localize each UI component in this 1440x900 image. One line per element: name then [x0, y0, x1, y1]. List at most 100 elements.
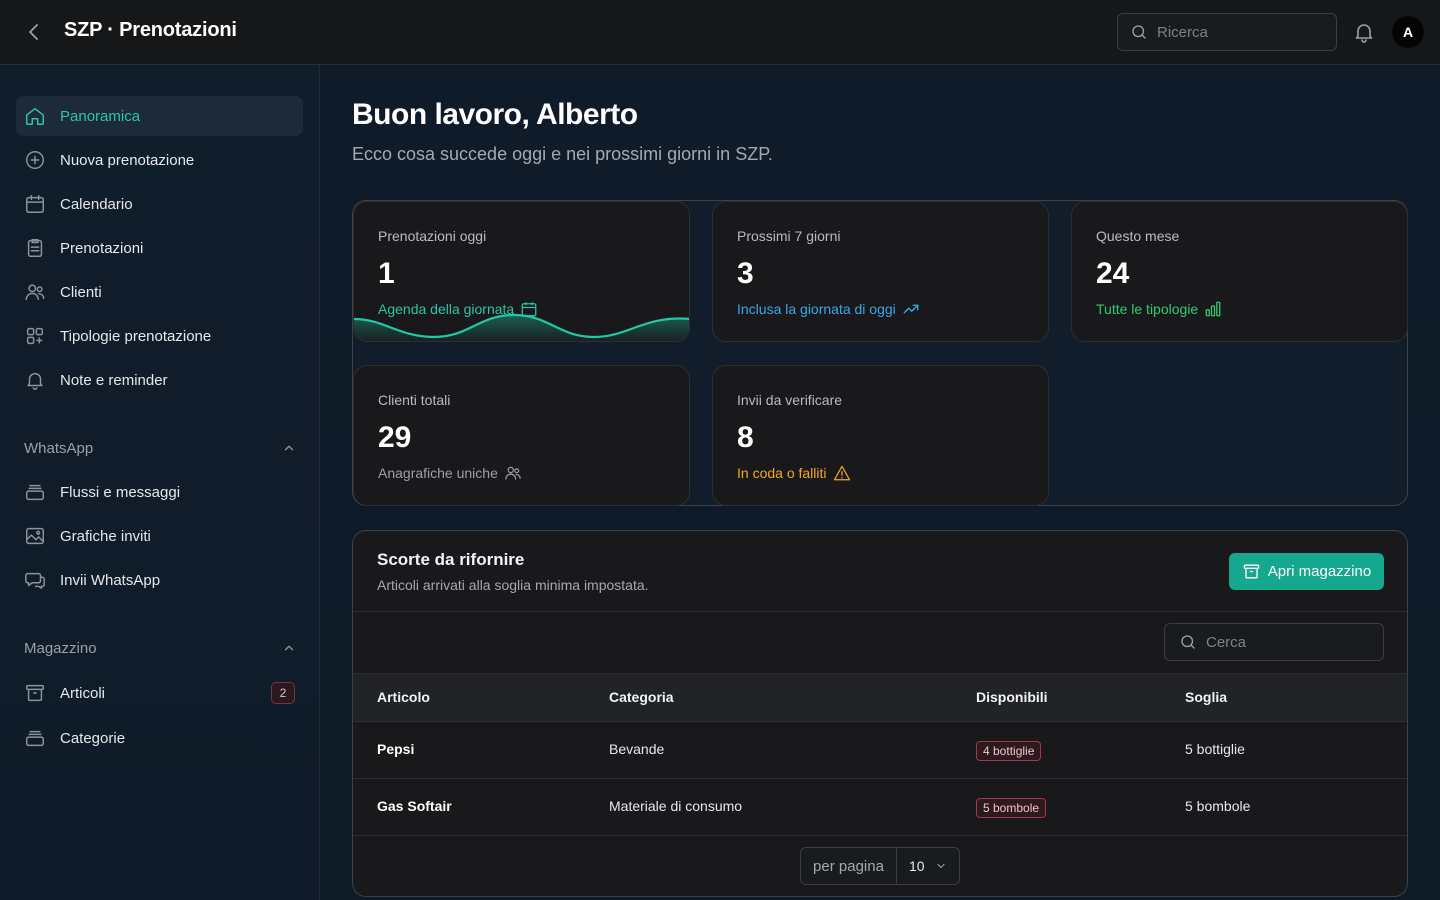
sidebar-item-categorie[interactable]: Categorie — [16, 718, 303, 758]
per-page-label: per pagina — [801, 848, 897, 884]
bell-icon — [27, 372, 43, 390]
table-header: Articolo Categoria Disponibili Soglia — [353, 673, 1407, 722]
stat-foot-link[interactable]: Anagrafiche uniche — [378, 464, 522, 482]
warning-icon — [833, 465, 850, 481]
stat-value: 29 — [378, 421, 412, 454]
stat-foot-text: Tutte le tipologie — [1096, 301, 1199, 317]
main-content: Buon lavoro, Alberto Ecco cosa succede o… — [320, 65, 1440, 900]
search-icon — [1181, 635, 1195, 649]
sidebar-item-label: Note e reminder — [60, 371, 168, 389]
sidebar-item-label: Clienti — [60, 283, 102, 301]
sidebar-item-panoramica[interactable]: Panoramica — [16, 96, 303, 136]
stat-label: Questo mese — [1096, 228, 1180, 244]
low-stock-badge: 5 bombole — [976, 798, 1047, 818]
open-warehouse-label: Apri magazzino — [1267, 563, 1372, 580]
users-icon — [25, 284, 45, 301]
cell-categoria: Bevande — [609, 741, 665, 757]
chat-icon — [25, 572, 45, 589]
archive-icon — [26, 684, 44, 702]
grid-icon — [26, 327, 44, 345]
cell-soglia: 5 bottiglie — [1185, 741, 1245, 757]
sidebar-item-label: Tipologie prenotazione — [60, 327, 212, 345]
stat-card-mese[interactable]: Questo mese 24 Tutte le tipologie — [1071, 201, 1408, 342]
sidebar-item-clienti[interactable]: Clienti — [16, 272, 303, 312]
sidebar-item-tipologie[interactable]: Tipologie prenotazione — [16, 316, 303, 356]
stat-label: Invii da verificare — [737, 392, 843, 408]
sidebar-item-articoli[interactable]: Articoli 2 — [16, 673, 303, 713]
sidebar-item-label: Flussi e messaggi — [60, 483, 181, 501]
stat-card-oggi[interactable]: Prenotazioni oggi 1 Agenda della giornat… — [353, 201, 690, 342]
stat-foot-text: Inclusa la giornata di oggi — [737, 301, 896, 317]
column-header-categoria[interactable]: Categoria — [609, 689, 674, 705]
sidebar-item-calendario[interactable]: Calendario — [16, 184, 303, 224]
sidebar-item-label: Articoli — [60, 684, 106, 702]
user-avatar[interactable]: A — [1392, 16, 1424, 48]
layers-icon — [26, 730, 44, 747]
users-icon — [505, 466, 521, 480]
back-arrow-icon[interactable] — [22, 20, 46, 44]
cell-soglia: 5 bombole — [1185, 798, 1251, 814]
stat-value: 24 — [1096, 257, 1130, 290]
stat-foot-link[interactable]: Inclusa la giornata di oggi — [737, 300, 920, 318]
home-icon — [26, 107, 44, 125]
per-page-selector[interactable]: per pagina 10 — [800, 847, 960, 885]
search-icon — [1132, 25, 1146, 39]
chevron-down-icon — [937, 863, 945, 869]
stock-title: Scorte da rifornire — [377, 550, 525, 569]
open-warehouse-button[interactable]: Apri magazzino — [1229, 553, 1384, 590]
column-header-disponibili[interactable]: Disponibili — [976, 689, 1048, 705]
stat-card-clienti[interactable]: Clienti totali 29 Anagrafiche uniche — [353, 365, 690, 506]
section-magazzino-toggle[interactable]: Magazzino — [24, 637, 296, 659]
page-subtitle: Ecco cosa succede oggi e nei prossimi gi… — [352, 144, 773, 164]
stat-foot-text: In coda o falliti — [737, 465, 827, 481]
per-page-value: 10 — [909, 858, 925, 874]
per-page-select[interactable]: 10 — [897, 858, 959, 874]
sidebar-item-label: Calendario — [60, 195, 133, 213]
section-title: Magazzino — [24, 639, 97, 657]
stock-panel: Scorte da rifornire Articoli arrivati al… — [352, 530, 1408, 897]
top-bar: SZP · Prenotazioni Ricerca A — [0, 0, 1440, 65]
low-stock-badge: 4 bottiglie — [976, 741, 1042, 761]
sidebar-item-note-reminder[interactable]: Note e reminder — [16, 360, 303, 400]
stat-foot-link[interactable]: Tutte le tipologie — [1096, 300, 1222, 318]
activity-wave-decoration — [354, 313, 689, 341]
sidebar-item-label: Categorie — [60, 729, 126, 747]
sidebar-item-flussi-messaggi[interactable]: Flussi e messaggi — [16, 472, 303, 512]
sidebar-item-grafiche-inviti[interactable]: Grafiche inviti — [16, 516, 303, 556]
column-header-articolo[interactable]: Articolo — [377, 689, 430, 705]
sidebar-item-invii-whatsapp[interactable]: Invii WhatsApp — [16, 560, 303, 600]
archive-icon — [1243, 564, 1260, 579]
articoli-count-badge: 2 — [271, 682, 295, 704]
notifications-bell-icon[interactable] — [1352, 20, 1376, 44]
bar-chart-icon — [1205, 301, 1221, 317]
cell-articolo: Pepsi — [377, 741, 415, 757]
sidebar-item-prenotazioni[interactable]: Prenotazioni — [16, 228, 303, 268]
global-search-input[interactable]: Ricerca — [1117, 13, 1337, 51]
stat-foot-text: Anagrafiche uniche — [378, 465, 498, 481]
table-search-input[interactable]: Cerca — [1164, 623, 1384, 661]
app-title: SZP · Prenotazioni — [64, 19, 237, 41]
table-row[interactable]: Gas Softair Materiale di consumo 5 bombo… — [353, 779, 1407, 836]
calendar-icon — [26, 195, 44, 213]
search-placeholder: Ricerca — [1157, 23, 1208, 41]
cell-categoria: Materiale di consumo — [609, 798, 743, 814]
cell-articolo: Gas Softair — [377, 798, 452, 814]
plus-circle-icon — [26, 151, 44, 169]
column-header-soglia[interactable]: Soglia — [1185, 689, 1227, 705]
stat-card-7-giorni[interactable]: Prossimi 7 giorni 3 Inclusa la giornata … — [712, 201, 1049, 342]
chevron-up-icon — [284, 445, 294, 451]
page-title: Buon lavoro, Alberto — [352, 98, 638, 131]
trending-up-icon — [903, 304, 919, 314]
divider — [353, 611, 1407, 612]
stock-subtitle: Articoli arrivati alla soglia minima imp… — [377, 577, 649, 593]
stat-foot-link[interactable]: In coda o falliti — [737, 464, 851, 482]
sidebar-item-label: Nuova prenotazione — [60, 151, 195, 169]
stat-card-invii[interactable]: Invii da verificare 8 In coda o falliti — [712, 365, 1049, 506]
table-row[interactable]: Pepsi Bevande 4 bottiglie 5 bottiglie — [353, 722, 1407, 779]
sidebar-item-nuova-prenotazione[interactable]: Nuova prenotazione — [16, 140, 303, 180]
stat-label: Clienti totali — [378, 392, 451, 408]
search-placeholder: Cerca — [1206, 633, 1247, 651]
image-icon — [26, 527, 44, 545]
sidebar-item-label: Invii WhatsApp — [60, 571, 161, 589]
section-whatsapp-toggle[interactable]: WhatsApp — [24, 437, 296, 459]
